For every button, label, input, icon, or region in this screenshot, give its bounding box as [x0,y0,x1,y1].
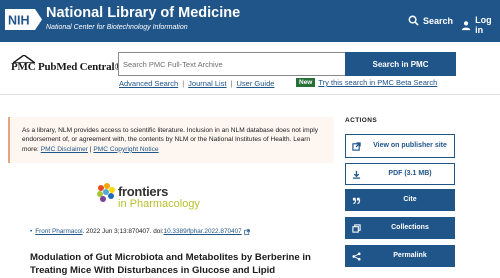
header-search-button[interactable]: Search [408,15,453,26]
collections-icon [346,223,366,233]
journal-link[interactable]: Front Pharmacol [35,228,82,235]
nih-logo[interactable]: NIH [5,9,42,30]
header-search-label: Search [423,15,454,26]
nlm-disclaimer: As a library, NLM provides access to sci… [8,117,334,163]
collections-button[interactable]: Collections [345,217,455,239]
pmc-copyright-link[interactable]: PMC Copyright Notice [93,146,158,153]
pmc-logo-text: PMC PubMed Central® [11,61,123,73]
beta-search-promo: New Try this search in PMC Beta Search [296,78,437,87]
cite-button[interactable]: Cite [345,189,455,211]
journal-logo[interactable]: frontiers in Pharmacology [95,182,215,214]
search-icon [408,15,419,26]
link-separator: | [182,79,185,88]
actions-heading: ACTIONS [345,117,378,124]
svg-text:NIH: NIH [8,14,30,28]
user-guide-link[interactable]: User Guide [236,79,274,88]
permalink-label: Permalink [393,252,427,259]
journal-list-link[interactable]: Journal List [188,79,226,88]
collections-label: Collections [391,224,429,231]
advanced-search-link[interactable]: Advanced Search [119,79,178,88]
login-label: Log in [475,15,492,35]
search-sublinks: Advanced Search | Journal List | User Gu… [119,79,274,88]
disclaimer-text: As a library, NLM provides access to sci… [22,127,318,144]
quote-icon [346,196,366,205]
link-separator: | [230,79,233,88]
bullet: • [30,228,33,235]
view-on-publisher-button[interactable]: View on publisher site [345,134,455,158]
view-on-publisher-label: View on publisher site [373,142,447,149]
journal-name: frontiers [118,184,169,199]
download-icon [346,170,366,179]
nlm-title[interactable]: National Library of Medicine [46,5,240,21]
pdf-label: PDF (3.1 MB) [388,170,432,177]
permalink-button[interactable]: Permalink [345,245,455,267]
new-badge: New [296,78,316,87]
ncbi-subtitle: National Center for Biotechnology Inform… [46,24,188,31]
frontiers-flower-icon [97,183,115,202]
pmc-search-input[interactable] [118,52,345,76]
cite-label: Cite [403,196,417,203]
beta-search-link[interactable]: Try this search in PMC Beta Search [318,78,437,87]
share-icon [346,251,366,261]
user-icon [461,20,471,30]
nih-banner: NIH National Library of Medicine Nationa… [0,0,500,42]
login-button[interactable]: Log in [461,15,500,35]
citation-line: • Front Pharmacol . 2022 Jun 3;13:870407… [30,228,250,235]
external-link-icon [243,228,250,235]
external-link-icon [346,141,366,151]
header-divider [0,94,500,95]
pmc-logo[interactable]: PMC PubMed Central® [11,55,123,77]
pmc-disclaimer-link[interactable]: PMC Disclaimer [41,146,88,153]
search-in-pmc-button[interactable]: Search in PMC [345,52,456,76]
disclaimer-separator: | [89,145,92,153]
journal-subname: in Pharmacology [118,198,200,210]
article-title: Modulation of Gut Microbiota and Metabol… [30,252,311,276]
pdf-download-button[interactable]: PDF (3.1 MB) [345,163,455,185]
doi-link[interactable]: 10.3389/fphar.2022.870407 [164,228,242,235]
citation-details: . 2022 Jun 3;13:870407. doi: [82,228,164,235]
